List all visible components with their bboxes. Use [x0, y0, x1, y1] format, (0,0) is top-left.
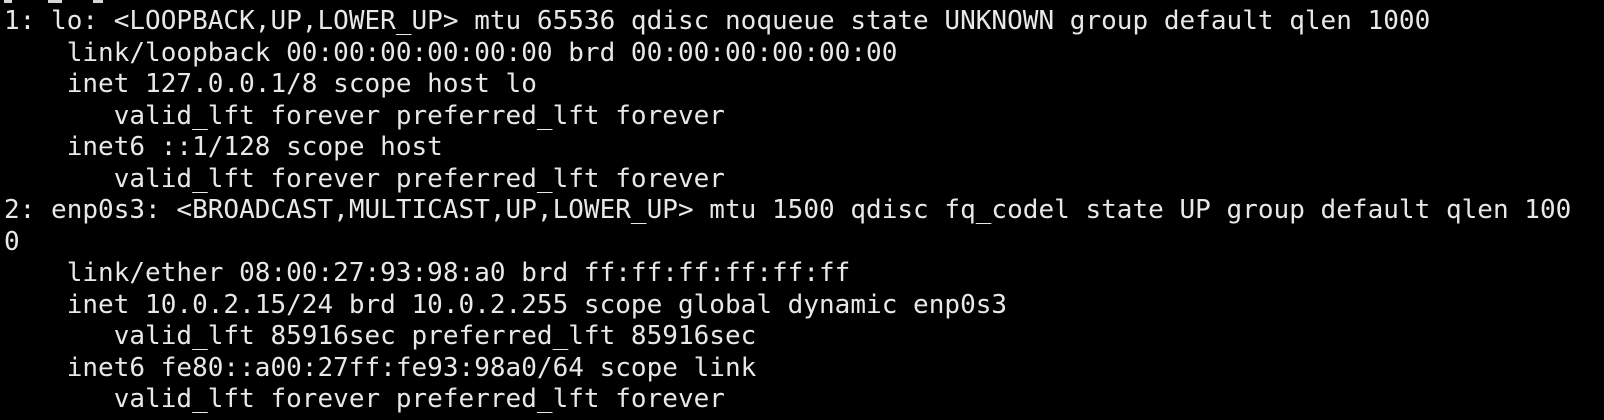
terminal-line-lo-inet6: inet6 ::1/128 scope host	[4, 132, 443, 162]
terminal-line-lo-inet: inet 127.0.0.1/8 scope host lo	[4, 69, 537, 99]
terminal-window[interactable]: 1: lo: <LOOPBACK,UP,LOWER_UP> mtu 65536 …	[0, 0, 1604, 420]
terminal-line-enp0s3-header: 2: enp0s3: <BROADCAST,MULTICAST,UP,LOWER…	[4, 195, 1572, 225]
terminal-line-lo-link: link/loopback 00:00:00:00:00:00 brd 00:0…	[4, 37, 898, 68]
terminal-line-enp0s3-inet: inet 10.0.2.15/24 brd 10.0.2.255 scope g…	[4, 289, 1008, 320]
terminal-output: 1: lo: <LOOPBACK,UP,LOWER_UP> mtu 65536 …	[4, 6, 1571, 416]
terminal-line-lo-inet-lifetime: valid_lft forever preferred_lft forever	[4, 100, 725, 131]
previous-output-sliver	[0, 0, 1604, 4]
terminal-line-enp0s3-inet6: inet6 fe80::a00:27ff:fe93:98a0/64 scope …	[4, 352, 757, 383]
terminal-line-lo-header: 1: lo: <LOOPBACK,UP,LOWER_UP> mtu 65536 …	[4, 6, 1431, 36]
terminal-line-enp0s3-link: link/ether 08:00:27:93:98:a0 brd ff:ff:f…	[4, 258, 851, 288]
terminal-line-lo-inet6-lifetime: valid_lft forever preferred_lft forever	[4, 163, 725, 194]
terminal-line-enp0s3-inet-lifetime: valid_lft 85916sec preferred_lft 85916se…	[4, 321, 757, 351]
terminal-line-enp0s3-header-wrap: 0	[4, 226, 20, 257]
terminal-line-enp0s3-inet6-lifetime: valid_lft forever preferred_lft forever	[4, 384, 725, 414]
